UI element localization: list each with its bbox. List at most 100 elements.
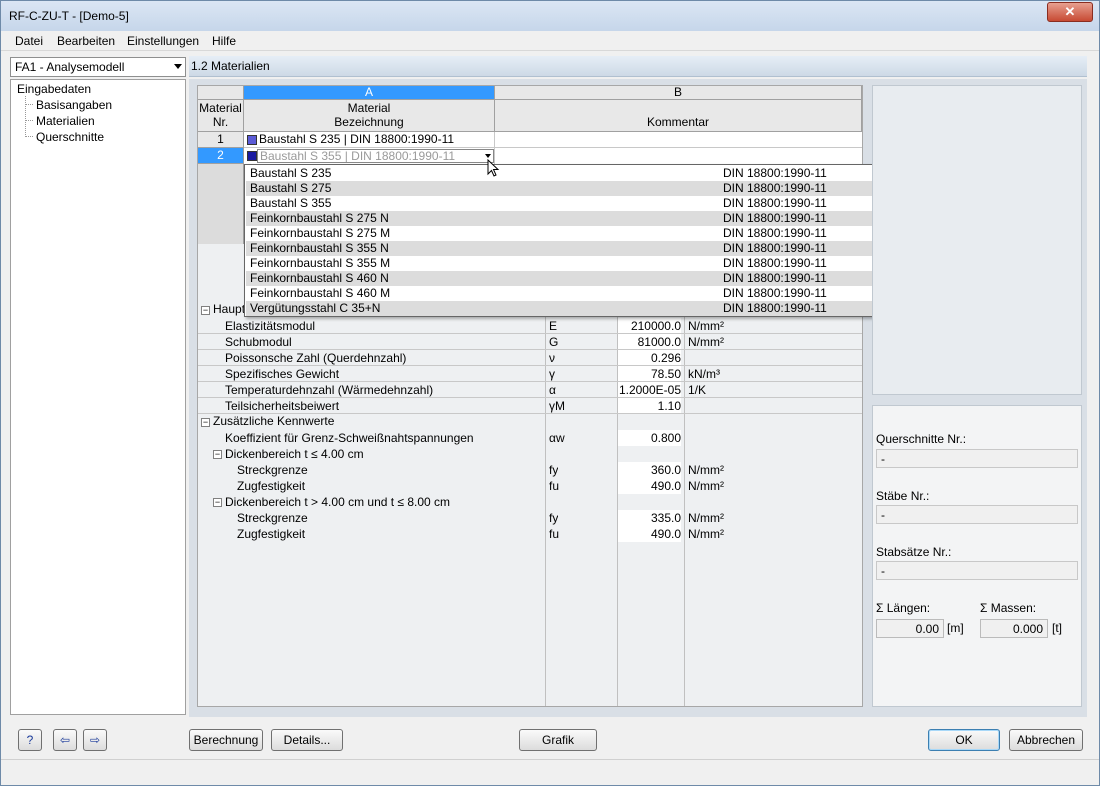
material-color-swatch <box>247 151 257 161</box>
title-bar[interactable]: RF-C-ZU-T - [Demo-5] ✕ <box>1 1 1099 31</box>
menu-einstellungen[interactable]: Einstellungen <box>127 34 199 48</box>
dropdown-item-name: Baustahl S 275 <box>250 181 332 195</box>
column-a-header[interactable]: A <box>244 86 495 100</box>
import-button[interactable]: ⇦ <box>53 729 77 751</box>
details-button[interactable]: Details... <box>271 729 343 751</box>
prop-val[interactable]: 1.10 <box>618 398 681 414</box>
prop-unit: N/mm² <box>688 479 724 493</box>
prop-val-koeff[interactable]: 0.800 <box>618 430 681 446</box>
dropdown-item[interactable]: Feinkornbaustahl S 275 N DIN 18800:1990-1… <box>246 211 886 226</box>
tree-item-querschnitte[interactable]: Querschnitte <box>36 130 104 144</box>
prop-unit: N/mm² <box>688 527 724 541</box>
prop-name: Zugfestigkeit <box>237 527 306 541</box>
row-2-nr[interactable]: 2 <box>198 148 244 164</box>
dropdown-item-name: Feinkornbaustahl S 355 N <box>250 241 389 255</box>
prop-unit: N/mm² <box>688 335 724 349</box>
abbrechen-button[interactable]: Abbrechen <box>1009 729 1083 751</box>
prop-unit: kN/m³ <box>688 367 720 381</box>
berechnung-button[interactable]: Berechnung <box>189 729 263 751</box>
material-combo[interactable]: Baustahl S 355 | DIN 18800:1990-11 <box>257 149 494 163</box>
collapse-icon[interactable]: − <box>201 306 210 315</box>
prop-sym: E <box>549 319 558 333</box>
header-material-bezeichnung: Material Bezeichnung <box>244 100 495 132</box>
menu-datei[interactable]: Datei <box>15 34 43 48</box>
column-b-header[interactable]: B <box>495 86 862 100</box>
dropdown-item[interactable]: Feinkornbaustahl S 460 N DIN 18800:1990-1… <box>246 271 886 286</box>
prop-sym: α <box>549 383 556 397</box>
menu-hilfe[interactable]: Hilfe <box>212 34 236 48</box>
dropdown-item-norm: DIN 18800:1990-11 <box>723 271 827 285</box>
dropdown-item[interactable]: Vergütungsstahl C 35+N DIN 18800:1990-11 <box>246 301 886 316</box>
grafik-button[interactable]: Grafik <box>519 729 597 751</box>
querschnitte-label: Querschnitte Nr.: <box>876 432 967 446</box>
prop-val[interactable]: 335.0 <box>618 510 681 526</box>
dropdown-item-norm: DIN 18800:1990-11 <box>723 301 827 315</box>
dropdown-item-norm: DIN 18800:1990-11 <box>723 241 827 255</box>
prop-val[interactable]: 78.50 <box>618 366 681 382</box>
dropdown-item-name: Feinkornbaustahl S 460 M <box>250 286 391 300</box>
collapse-icon[interactable]: − <box>213 498 222 507</box>
dropdown-item-name: Baustahl S 235 <box>250 166 332 180</box>
prop-val[interactable]: 81000.0 <box>618 334 681 350</box>
prop-sym: G <box>549 335 559 349</box>
prop-name: Streckgrenze <box>237 463 308 477</box>
navigation-tree: Eingabedaten Basisangaben Materialien Qu… <box>10 79 186 715</box>
dropdown-item[interactable]: Baustahl S 275 DIN 18800:1990-11 <box>246 181 886 196</box>
dropdown-item-name: Feinkornbaustahl S 275 M <box>250 226 391 240</box>
row-2-kommentar[interactable] <box>495 148 862 164</box>
menu-bearbeiten[interactable]: Bearbeiten <box>57 34 115 48</box>
export-button[interactable]: ⇨ <box>83 729 107 751</box>
dropdown-item[interactable]: Feinkornbaustahl S 355 M DIN 18800:1990-1… <box>246 256 886 271</box>
prop-name: Zugfestigkeit <box>237 479 306 493</box>
prop-val[interactable]: 1.2000E-05 <box>618 382 681 398</box>
dropdown-item-name: Feinkornbaustahl S 275 N <box>250 211 389 225</box>
prop-name: Schubmodul <box>225 335 292 349</box>
prop-unit: 1/K <box>688 383 707 397</box>
chevron-down-icon <box>174 64 182 69</box>
dropdown-item-norm: DIN 18800:1990-11 <box>723 181 827 195</box>
help-button[interactable]: ? <box>18 729 42 751</box>
staebe-label: Stäbe Nr.: <box>876 489 930 503</box>
header-kommentar: Kommentar <box>495 100 862 132</box>
prop-name: Elastizitätsmodul <box>225 319 316 333</box>
import-icon: ⇦ <box>59 733 71 747</box>
material-dropdown-list[interactable]: Baustahl S 235 DIN 18800:1990-11 Baustahl … <box>244 164 903 317</box>
dropdown-item-name: Baustahl S 355 <box>250 196 332 210</box>
dropdown-item[interactable]: Feinkornbaustahl S 460 M DIN 18800:1990-1… <box>246 286 886 301</box>
ok-button[interactable]: OK <box>928 729 1000 751</box>
dropdown-item[interactable]: Feinkornbaustahl S 275 M DIN 18800:1990-1… <box>246 226 886 241</box>
group-dicke-1: Dickenbereich t ≤ 4.00 cm <box>225 447 364 461</box>
application-window: RF-C-ZU-T - [Demo-5] ✕ Datei Bearbeiten … <box>0 0 1100 786</box>
row-1-kommentar[interactable] <box>495 132 862 148</box>
prop-val[interactable]: 490.0 <box>618 478 681 494</box>
row-1-material[interactable]: Baustahl S 235 | DIN 18800:1990-11 <box>244 132 495 148</box>
dropdown-item[interactable]: Baustahl S 235 DIN 18800:1990-11 <box>246 166 886 181</box>
prop-val[interactable]: 360.0 <box>618 462 681 478</box>
export-icon: ⇨ <box>89 733 101 747</box>
laengen-label: Σ Längen: <box>876 601 931 615</box>
help-icon: ? <box>26 733 34 747</box>
dropdown-item[interactable]: Baustahl S 355 DIN 18800:1990-11 <box>246 196 886 211</box>
stabsaetze-label: Stabsätze Nr.: <box>876 545 952 559</box>
status-bar <box>1 759 1099 785</box>
prop-val[interactable]: 490.0 <box>618 526 681 542</box>
prop-val[interactable]: 210000.0 <box>618 318 681 334</box>
prop-sym: fu <box>549 527 560 541</box>
prop-val[interactable]: 0.296 <box>618 350 681 366</box>
dropdown-item-norm: DIN 18800:1990-11 <box>723 226 827 240</box>
massen-field: 0.000 <box>980 619 1048 638</box>
model-select[interactable]: FA1 - Analysemodell <box>10 57 186 77</box>
group-dicke-2: Dickenbereich t > 4.00 cm und t ≤ 8.00 c… <box>225 495 451 509</box>
dropdown-item-name: Feinkornbaustahl S 460 N <box>250 271 389 285</box>
dropdown-item-name: Feinkornbaustahl S 355 M <box>250 256 391 270</box>
massen-unit: [t] <box>1052 621 1063 635</box>
close-button[interactable]: ✕ <box>1047 2 1093 22</box>
prop-sym: γ <box>549 367 555 381</box>
row-1-nr[interactable]: 1 <box>198 132 244 148</box>
tree-root[interactable]: Eingabedaten <box>17 82 91 96</box>
tree-item-materialien[interactable]: Materialien <box>36 114 95 128</box>
dropdown-item[interactable]: Feinkornbaustahl S 355 N DIN 18800:1990-1… <box>246 241 886 256</box>
tree-item-basisangaben[interactable]: Basisangaben <box>36 98 112 112</box>
collapse-icon[interactable]: − <box>213 450 222 459</box>
collapse-icon[interactable]: − <box>201 418 210 427</box>
